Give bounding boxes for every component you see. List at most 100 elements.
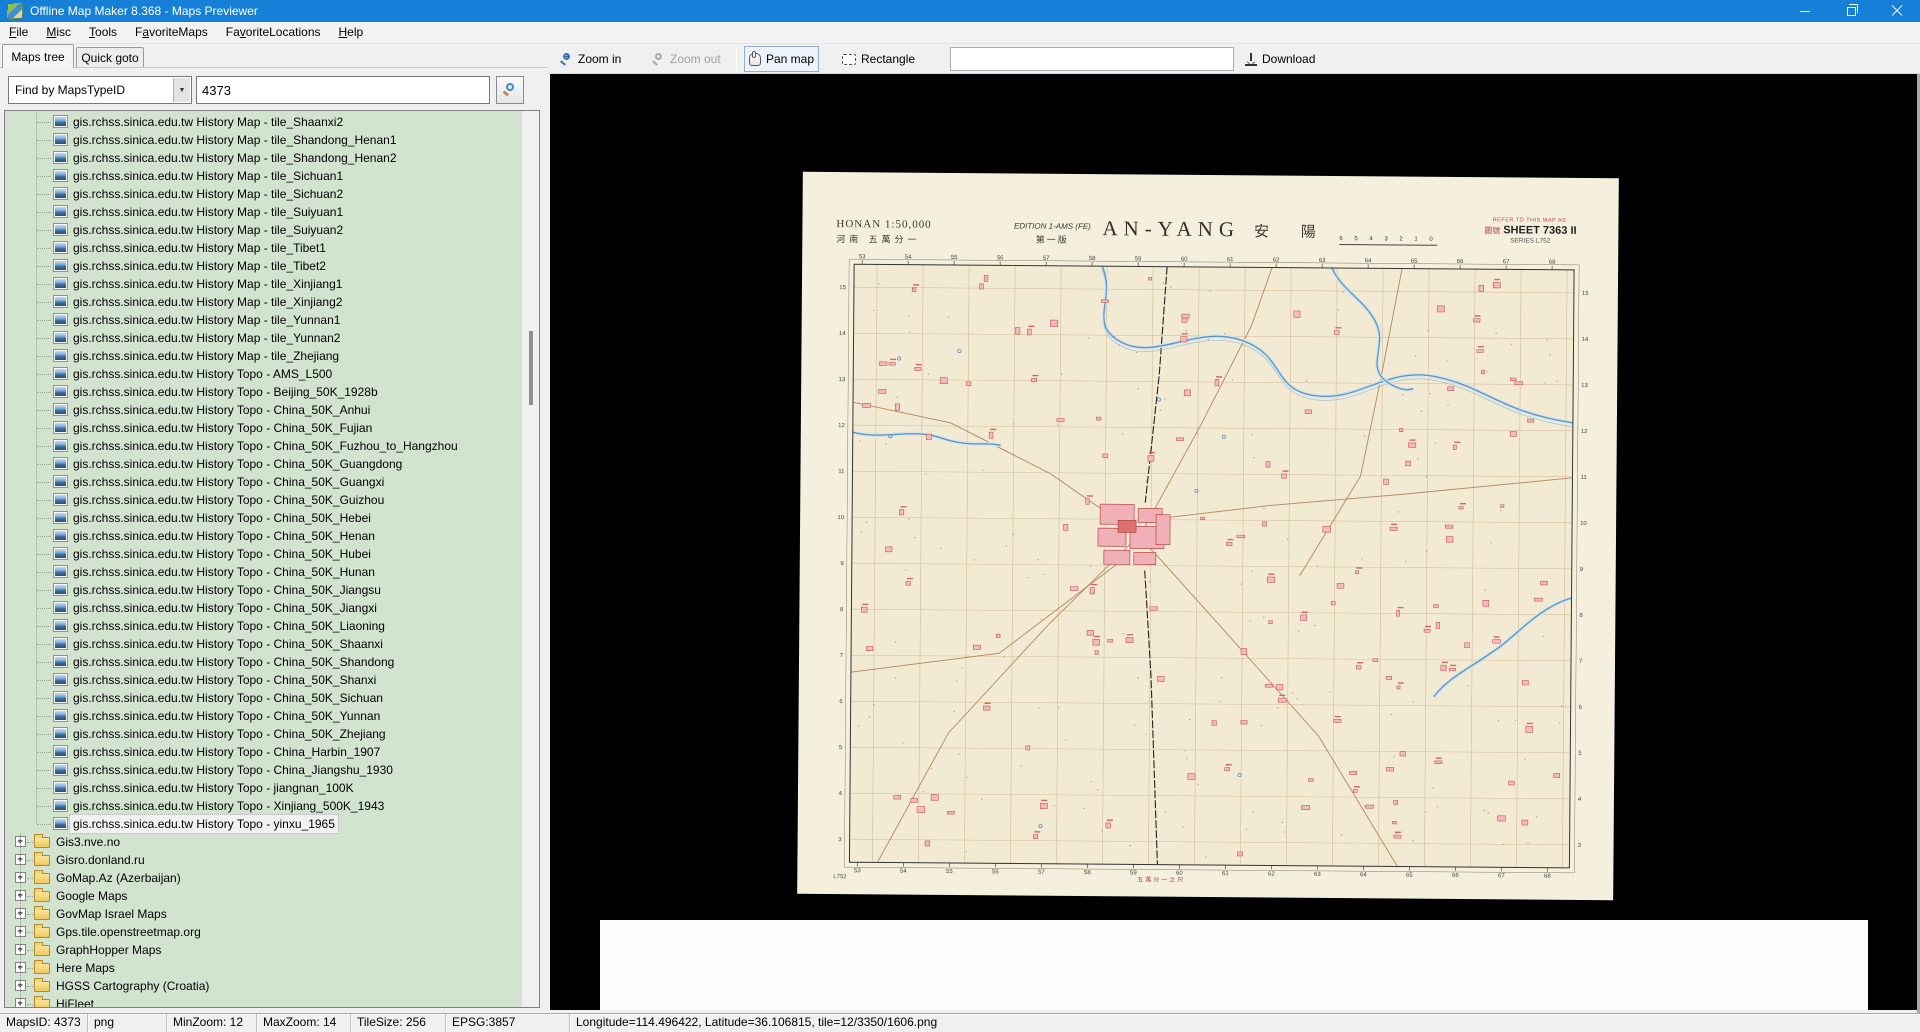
svg-text:67: 67: [1503, 259, 1510, 265]
tree-item[interactable]: gis.rchss.sinica.edu.tw History Topo - C…: [5, 689, 522, 707]
tree-connector: [27, 914, 33, 915]
tree-item[interactable]: gis.rchss.sinica.edu.tw History Map - ti…: [5, 293, 522, 311]
menu-item-help[interactable]: Help: [330, 22, 373, 43]
toolbar-input[interactable]: [950, 47, 1234, 71]
tree-item[interactable]: gis.rchss.sinica.edu.tw History Topo - C…: [5, 419, 522, 437]
tree-item-label: gis.rchss.sinica.edu.tw History Map - ti…: [70, 293, 345, 311]
app-icon: [7, 3, 23, 19]
map-layer-icon: [53, 655, 68, 668]
tree-item[interactable]: gis.rchss.sinica.edu.tw History Map - ti…: [5, 167, 522, 185]
zoom-out-button[interactable]: Zoom out: [648, 46, 725, 72]
tree-item[interactable]: gis.rchss.sinica.edu.tw History Topo - C…: [5, 671, 522, 689]
tree-item[interactable]: gis.rchss.sinica.edu.tw History Topo - C…: [5, 635, 522, 653]
svg-text:66: 66: [1452, 873, 1459, 879]
tree-item-label: gis.rchss.sinica.edu.tw History Map - ti…: [70, 239, 329, 257]
tree-folder[interactable]: HiFleet: [5, 995, 522, 1007]
map-layer-icon: [53, 151, 68, 164]
tree-item[interactable]: gis.rchss.sinica.edu.tw History Topo - B…: [5, 383, 522, 401]
tab-maps-tree[interactable]: Maps tree: [2, 44, 74, 68]
tree-item[interactable]: gis.rchss.sinica.edu.tw History Topo - C…: [5, 743, 522, 761]
tree-item-label: gis.rchss.sinica.edu.tw History Topo - C…: [70, 761, 396, 779]
rectangle-button[interactable]: Rectangle: [838, 46, 919, 72]
map-canvas[interactable]: 5353545455555656575758585959606061616262…: [550, 74, 1917, 1010]
tree-item[interactable]: gis.rchss.sinica.edu.tw History Map - ti…: [5, 311, 522, 329]
tree-folder[interactable]: Gps.tile.openstreetmap.org: [5, 923, 522, 941]
tree-scrollbar-thumb[interactable]: [529, 331, 533, 405]
tree-item[interactable]: gis.rchss.sinica.edu.tw History Map - ti…: [5, 185, 522, 203]
tree-folder[interactable]: Gis3.nve.no: [5, 833, 522, 851]
find-mode-combobox[interactable]: Find by MapsTypeID ▼: [8, 76, 192, 104]
tree-item[interactable]: gis.rchss.sinica.edu.tw History Topo - X…: [5, 797, 522, 815]
folder-icon: [34, 945, 50, 956]
svg-text:61: 61: [1227, 257, 1234, 263]
search-button[interactable]: [496, 76, 524, 104]
tree-item[interactable]: gis.rchss.sinica.edu.tw History Topo - C…: [5, 563, 522, 581]
tree-item[interactable]: gis.rchss.sinica.edu.tw History Topo - y…: [5, 815, 522, 833]
tree-item[interactable]: gis.rchss.sinica.edu.tw History Topo - C…: [5, 437, 522, 455]
tree-item[interactable]: gis.rchss.sinica.edu.tw History Topo - C…: [5, 707, 522, 725]
map-layer-icon: [53, 709, 68, 722]
zoom-in-button[interactable]: + Zoom in: [556, 46, 625, 72]
tree-folder[interactable]: GoMap.Az (Azerbaijan): [5, 869, 522, 887]
tree-item[interactable]: gis.rchss.sinica.edu.tw History Topo - C…: [5, 653, 522, 671]
tree-item[interactable]: gis.rchss.sinica.edu.tw History Topo - C…: [5, 617, 522, 635]
svg-text:54: 54: [900, 869, 907, 875]
tree-connector: [37, 824, 51, 825]
tree-folder[interactable]: Gisro.donland.ru: [5, 851, 522, 869]
tree-item[interactable]: gis.rchss.sinica.edu.tw History Topo - C…: [5, 473, 522, 491]
tree-item[interactable]: gis.rchss.sinica.edu.tw History Topo - C…: [5, 545, 522, 563]
tree-item[interactable]: gis.rchss.sinica.edu.tw History Map - ti…: [5, 239, 522, 257]
tree-item[interactable]: gis.rchss.sinica.edu.tw History Map - ti…: [5, 131, 522, 149]
tree-connector: [37, 446, 51, 447]
tree-item-label: gis.rchss.sinica.edu.tw History Topo - C…: [70, 437, 461, 455]
menu-item-tools[interactable]: Tools: [80, 22, 126, 43]
minimize-button[interactable]: [1782, 0, 1828, 22]
tree-item[interactable]: gis.rchss.sinica.edu.tw History Topo - C…: [5, 509, 522, 527]
tree-item[interactable]: gis.rchss.sinica.edu.tw History Map - ti…: [5, 329, 522, 347]
tree-item[interactable]: gis.rchss.sinica.edu.tw History Topo - C…: [5, 599, 522, 617]
zoom-out-icon: [652, 53, 665, 66]
tree-folder[interactable]: Google Maps: [5, 887, 522, 905]
tree-item[interactable]: gis.rchss.sinica.edu.tw History Topo - C…: [5, 761, 522, 779]
menu-item-favoritemaps[interactable]: FavoriteMaps: [126, 22, 217, 43]
tree-item[interactable]: gis.rchss.sinica.edu.tw History Topo - C…: [5, 455, 522, 473]
tree-item[interactable]: gis.rchss.sinica.edu.tw History Map - ti…: [5, 221, 522, 239]
pan-map-button[interactable]: Pan map: [744, 46, 819, 72]
menu-item-misc[interactable]: Misc: [37, 22, 80, 43]
tree-item[interactable]: gis.rchss.sinica.edu.tw History Map - ti…: [5, 275, 522, 293]
restore-button[interactable]: [1828, 0, 1874, 22]
tree-folder[interactable]: HGSS Cartography (Croatia): [5, 977, 522, 995]
svg-text:15: 15: [1582, 291, 1589, 297]
tree-item[interactable]: gis.rchss.sinica.edu.tw History Map - ti…: [5, 347, 522, 365]
tree-item[interactable]: gis.rchss.sinica.edu.tw History Topo - C…: [5, 491, 522, 509]
tree-item[interactable]: gis.rchss.sinica.edu.tw History Topo - A…: [5, 365, 522, 383]
tree-item[interactable]: gis.rchss.sinica.edu.tw History Topo - C…: [5, 527, 522, 545]
tree-item[interactable]: gis.rchss.sinica.edu.tw History Map - ti…: [5, 203, 522, 221]
tree-connector: [37, 644, 51, 645]
menu-item-file[interactable]: File: [0, 22, 37, 43]
tab-quick-goto[interactable]: Quick goto: [76, 47, 144, 68]
chevron-down-icon[interactable]: ▼: [173, 78, 190, 102]
search-input[interactable]: [196, 76, 490, 104]
tree-folder-label: GraphHopper Maps: [53, 941, 164, 959]
tree-item[interactable]: gis.rchss.sinica.edu.tw History Topo - C…: [5, 581, 522, 599]
close-button[interactable]: [1874, 0, 1920, 22]
tree-folder[interactable]: GovMap Israel Maps: [5, 905, 522, 923]
tree-item[interactable]: gis.rchss.sinica.edu.tw History Topo - C…: [5, 725, 522, 743]
tree-item[interactable]: gis.rchss.sinica.edu.tw History Map - ti…: [5, 149, 522, 167]
download-button[interactable]: Download: [1240, 46, 1319, 72]
tree-item[interactable]: gis.rchss.sinica.edu.tw History Topo - j…: [5, 779, 522, 797]
tree-folder[interactable]: Here Maps: [5, 959, 522, 977]
tree-item[interactable]: gis.rchss.sinica.edu.tw History Map - ti…: [5, 113, 522, 131]
tree-item[interactable]: gis.rchss.sinica.edu.tw History Map - ti…: [5, 257, 522, 275]
tree-folder-label: Gis3.nve.no: [53, 833, 123, 851]
tree-connector: [37, 734, 51, 735]
menu-item-favoritelocations[interactable]: FavoriteLocations: [217, 22, 330, 43]
tree-folder-label: Google Maps: [53, 887, 130, 905]
hand-icon: [749, 53, 761, 66]
tree-item-label: gis.rchss.sinica.edu.tw History Topo - C…: [70, 563, 378, 581]
tree-scrollbar[interactable]: [521, 111, 539, 1007]
tree-connector: [37, 770, 51, 771]
tree-folder[interactable]: GraphHopper Maps: [5, 941, 522, 959]
tree-item[interactable]: gis.rchss.sinica.edu.tw History Topo - C…: [5, 401, 522, 419]
